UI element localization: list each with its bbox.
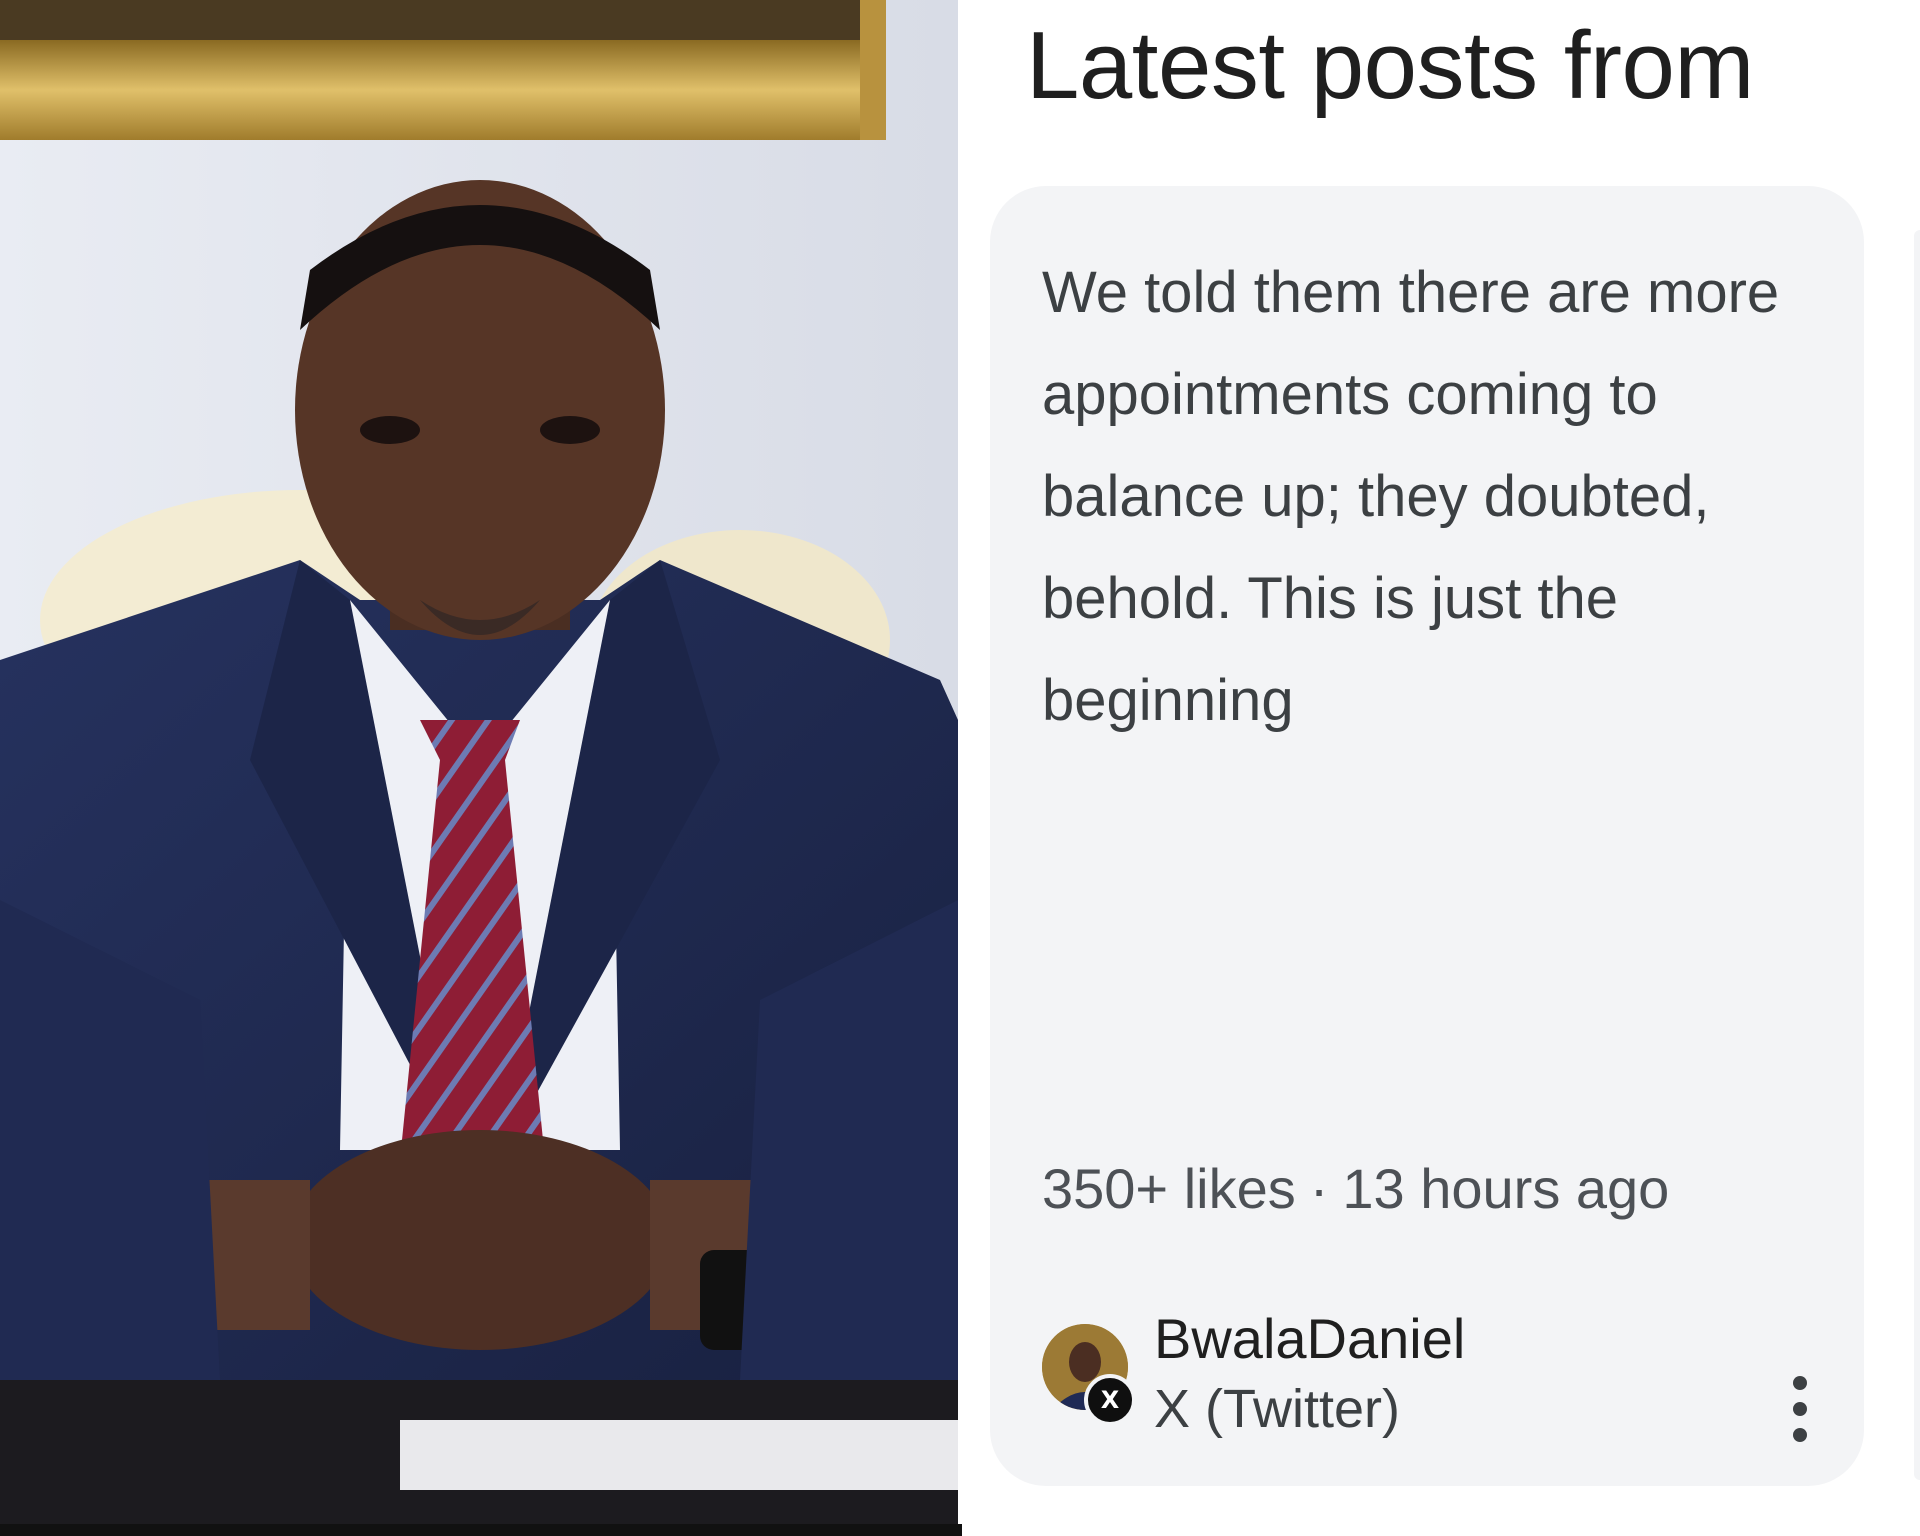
profile-photo: [0, 0, 958, 1526]
post-time: 13 hours ago: [1342, 1157, 1670, 1220]
author-source: X (Twitter): [1154, 1379, 1401, 1439]
menu-dot: [1793, 1402, 1807, 1416]
man-in-suit-illustration: [0, 0, 958, 1526]
post-author[interactable]: X BwalaDaniel X (Twitter): [1042, 1306, 1832, 1456]
likes-count: 350+ likes: [1042, 1157, 1296, 1220]
post-text: We told them there are more appointments…: [1042, 260, 1780, 733]
next-post-card-edge[interactable]: [1914, 230, 1920, 1480]
x-logo-icon: X: [1084, 1374, 1136, 1426]
post-card[interactable]: We told them there are more appointments…: [990, 186, 1864, 1486]
photo-divider: [958, 0, 962, 1526]
post-meta: 350+ likes · 13 hours ago: [1042, 1156, 1822, 1221]
menu-dot: [1793, 1376, 1807, 1390]
section-heading: Latest posts from: [1026, 12, 1754, 119]
author-name[interactable]: BwalaDaniel: [1154, 1306, 1465, 1371]
meta-separator: ·: [1309, 1157, 1329, 1220]
photo-bottom-border: [0, 1524, 962, 1536]
menu-dot: [1793, 1428, 1807, 1442]
more-vertical-icon[interactable]: [1780, 1376, 1820, 1442]
